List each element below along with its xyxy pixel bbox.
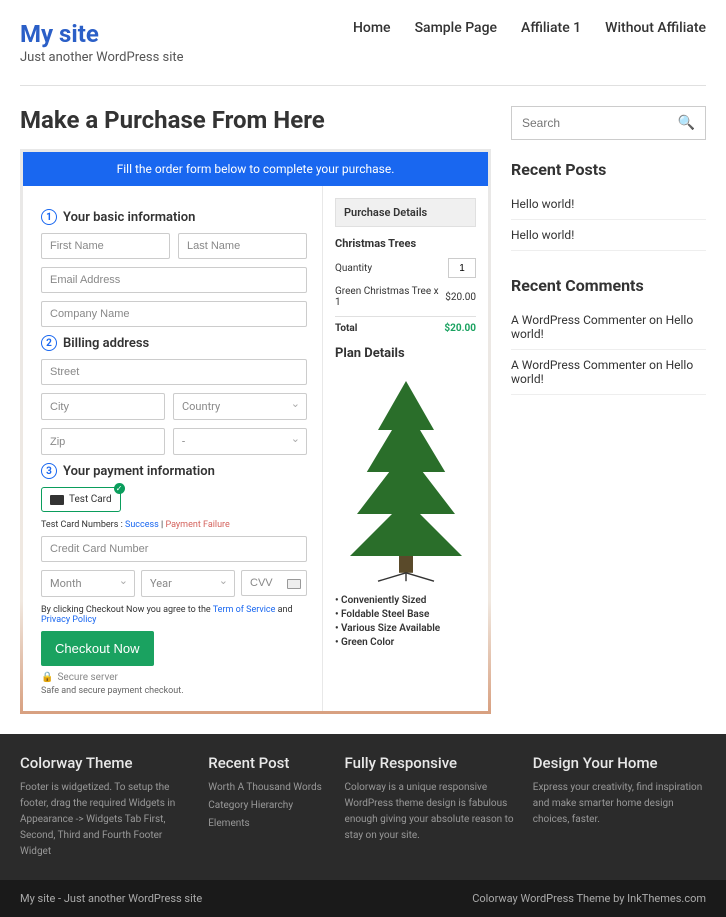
secure-server: 🔒Secure server [41,672,307,683]
header: My site Just another WordPress site Home… [0,0,726,75]
site-title[interactable]: My site [20,20,184,48]
fw-title: Colorway Theme [20,754,193,772]
nav-home[interactable]: Home [353,20,391,36]
test-failure-link[interactable]: Payment Failure [165,520,229,530]
city-input[interactable] [41,393,165,420]
order-instruction: Fill the order form below to complete yo… [23,152,488,186]
nav-affiliate-1[interactable]: Affiliate 1 [521,20,581,36]
fw-title: Design Your Home [533,754,706,772]
qty-input[interactable] [448,258,476,278]
secure-note: Safe and secure payment checkout. [41,686,307,696]
features-list: Conveniently Sized Foldable Steel Base V… [335,595,476,648]
fw-text: Footer is widgetized. To setup the foote… [20,780,193,860]
feature-item: Green Color [335,637,476,648]
country-select[interactable]: Country [173,393,307,420]
month-select[interactable]: Month [41,570,135,597]
line-price: $20.00 [445,292,476,303]
privacy-link[interactable]: Privacy Policy [41,615,96,625]
recent-posts-list: Hello world! Hello world! [511,189,706,251]
product-image [335,369,476,589]
recent-post-link[interactable]: Hello world! [511,197,574,211]
recent-comment-item: A WordPress Commenter on Hello world! [511,350,706,395]
commenter-link[interactable]: A WordPress Commenter [511,358,646,372]
feature-item: Conveniently Sized [335,595,476,606]
recent-posts-title: Recent Posts [511,160,706,179]
state-select[interactable]: - [173,428,307,455]
footer-post-link[interactable]: Elements [208,818,249,829]
feature-item: Various Size Available [335,623,476,634]
card-icon [50,495,64,505]
footer-bar: My site - Just another WordPress site Co… [0,880,726,917]
feature-item: Foldable Steel Base [335,609,476,620]
street-input[interactable] [41,359,307,385]
line-item: Green Christmas Tree x 1 [335,286,445,308]
sidebar: 🔍 Recent Posts Hello world! Hello world!… [511,106,706,714]
total-value: $20.00 [444,323,476,334]
section-payment: 3Your payment information [41,463,307,479]
test-card-note: Test Card Numbers : Success | Payment Fa… [41,520,307,530]
plan-details-title: Plan Details [335,346,476,361]
order-form: Fill the order form below to complete yo… [20,149,491,714]
total-label: Total [335,323,357,334]
section-billing: 2Billing address [41,335,307,351]
cc-number-input[interactable] [41,536,307,562]
search-icon[interactable]: 🔍 [678,115,695,131]
first-name-input[interactable] [41,233,170,259]
recent-comment-item: A WordPress Commenter on Hello world! [511,305,706,350]
page-title: Make a Purchase From Here [20,106,491,134]
company-input[interactable] [41,301,307,327]
fw-title: Fully Responsive [345,754,518,772]
agree-text: By clicking Checkout Now you agree to th… [41,605,307,625]
section-basic-info: 1Your basic information [41,209,307,225]
search-box[interactable]: 🔍 [511,106,706,140]
footer-post-link[interactable]: Category Hierarchy [208,800,293,811]
email-input[interactable] [41,267,307,293]
test-success-link[interactable]: Success [125,520,159,530]
fw-text: Colorway is a unique responsive WordPres… [345,780,518,844]
tagline: Just another WordPress site [20,50,184,65]
footer-widgets: Colorway Theme Footer is widgetized. To s… [0,734,726,880]
fw-title: Recent Post [208,754,329,772]
product-name: Christmas Trees [335,237,476,250]
cvv-card-icon [287,579,301,589]
footer-left: My site - Just another WordPress site [20,892,202,905]
lock-icon: 🔒 [41,672,53,683]
fw-text: Express your creativity, find inspiratio… [533,780,706,828]
tos-link[interactable]: Term of Service [213,605,276,615]
checkout-button[interactable]: Checkout Now [41,631,154,666]
commenter-link[interactable]: A WordPress Commenter [511,313,646,327]
year-select[interactable]: Year [141,570,235,597]
recent-comments-title: Recent Comments [511,276,706,295]
fw-text: Worth A Thousand Words Category Hierarchy… [208,780,329,832]
zip-input[interactable] [41,428,165,455]
main-nav: Home Sample Page Affiliate 1 Without Aff… [353,20,706,36]
search-input[interactable] [522,116,678,130]
footer-post-link[interactable]: Worth A Thousand Words [208,782,322,793]
last-name-input[interactable] [178,233,307,259]
qty-label: Quantity [335,263,372,274]
recent-comments-list: A WordPress Commenter on Hello world! A … [511,305,706,395]
nav-sample-page[interactable]: Sample Page [415,20,497,36]
recent-post-link[interactable]: Hello world! [511,228,574,242]
nav-without-affiliate[interactable]: Without Affiliate [605,20,706,36]
test-card-option[interactable]: ✓ Test Card [41,487,121,512]
purchase-details-head: Purchase Details [335,198,476,227]
check-icon: ✓ [114,483,125,494]
footer-right: Colorway WordPress Theme by InkThemes.co… [472,892,706,905]
